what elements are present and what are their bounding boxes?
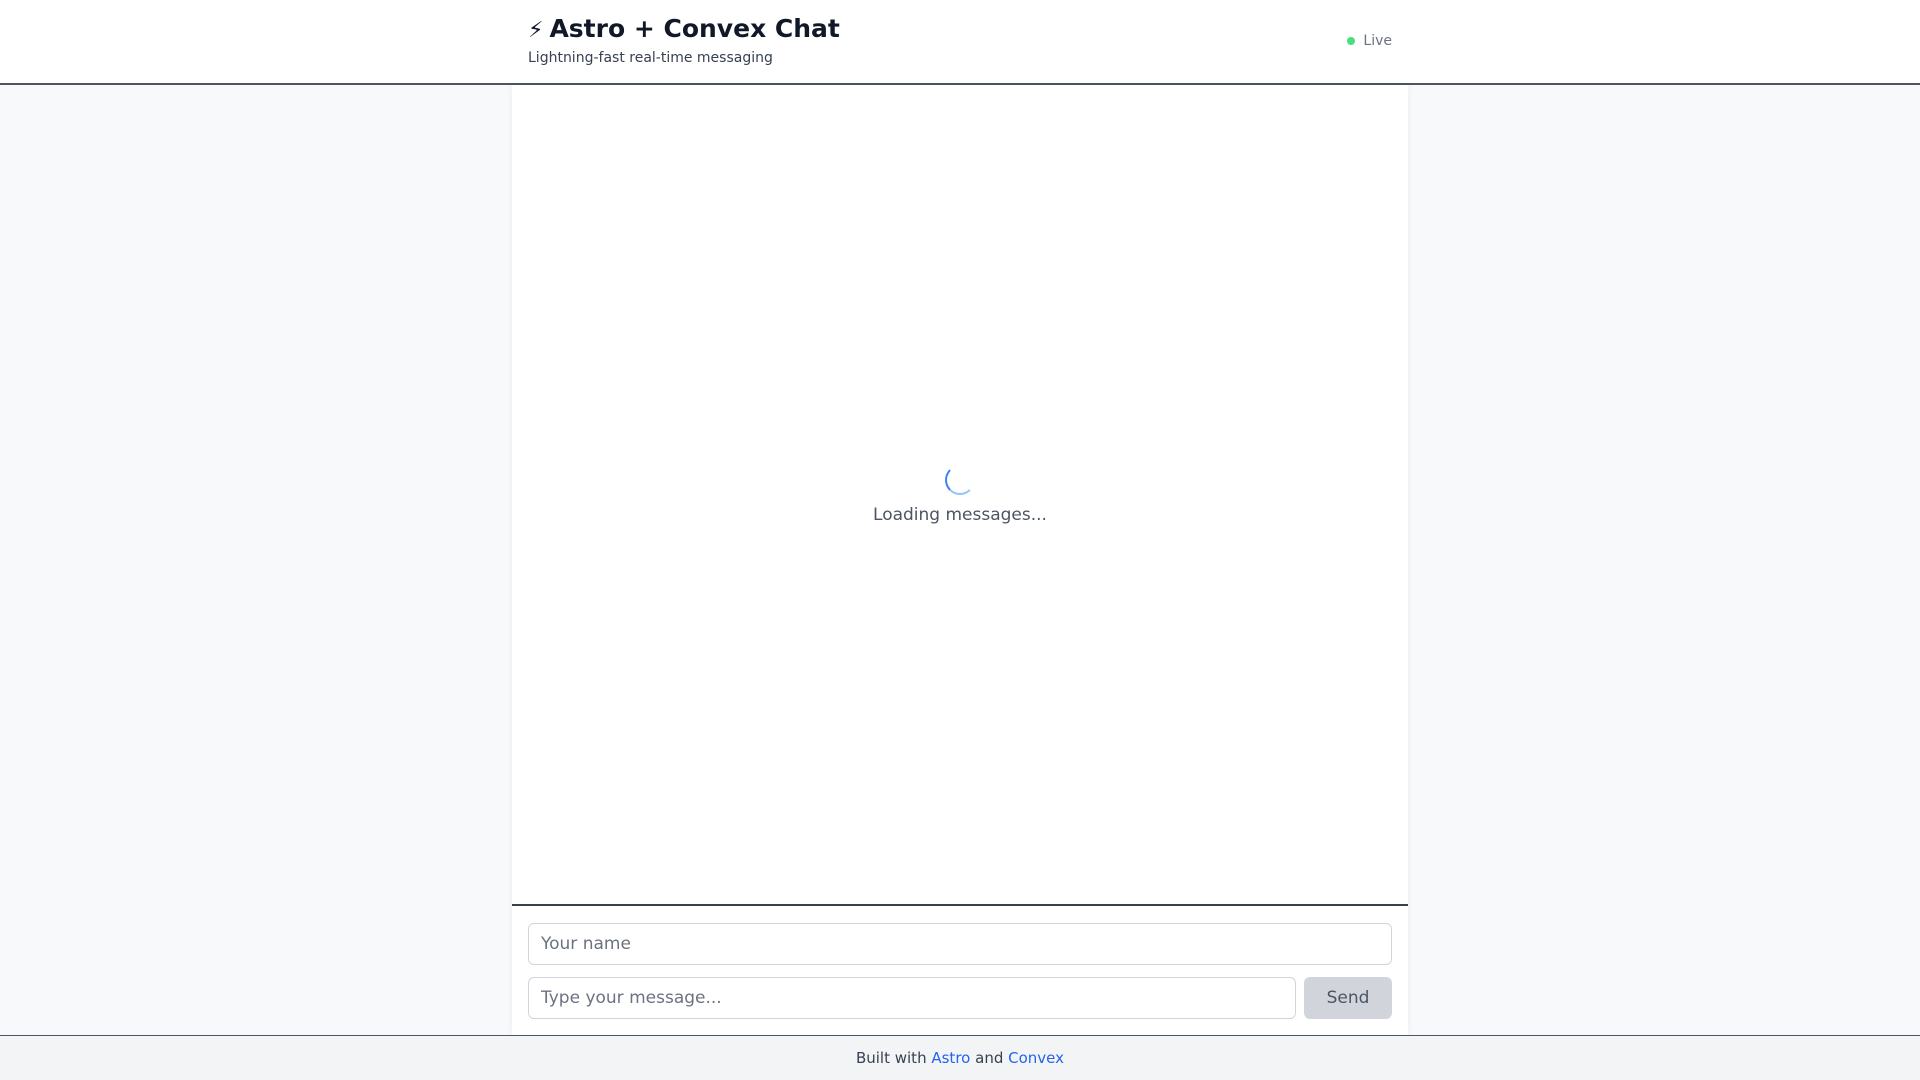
status-label: Live <box>1363 33 1392 49</box>
name-input[interactable] <box>528 923 1392 965</box>
chat-panel: Loading messages... Send <box>512 85 1408 1035</box>
convex-link[interactable]: Convex <box>1008 1049 1064 1067</box>
footer: Built with Astro and Convex <box>0 1035 1920 1080</box>
loading-text: Loading messages... <box>873 505 1047 525</box>
header-inner: ⚡ Astro + Convex Chat Lightning-fast real… <box>528 0 1392 84</box>
footer-conjunction: and <box>975 1049 1004 1067</box>
lightning-icon: ⚡ <box>528 18 544 43</box>
spinner-icon <box>945 465 975 495</box>
app-header: ⚡ Astro + Convex Chat Lightning-fast real… <box>0 0 1920 85</box>
page-title-text: Astro + Convex Chat <box>549 14 840 43</box>
page-title: ⚡ Astro + Convex Chat <box>528 14 840 43</box>
loading-indicator: Loading messages... <box>512 465 1408 525</box>
astro-link[interactable]: Astro <box>931 1049 970 1067</box>
message-list[interactable]: Loading messages... <box>512 85 1408 906</box>
live-dot-icon <box>1347 37 1356 45</box>
page-subtitle: Lightning-fast real-time messaging <box>528 50 773 66</box>
message-input[interactable] <box>528 977 1296 1019</box>
send-button[interactable]: Send <box>1304 977 1392 1019</box>
footer-prefix: Built with <box>855 1049 927 1067</box>
status-badge: Live <box>1347 33 1392 49</box>
